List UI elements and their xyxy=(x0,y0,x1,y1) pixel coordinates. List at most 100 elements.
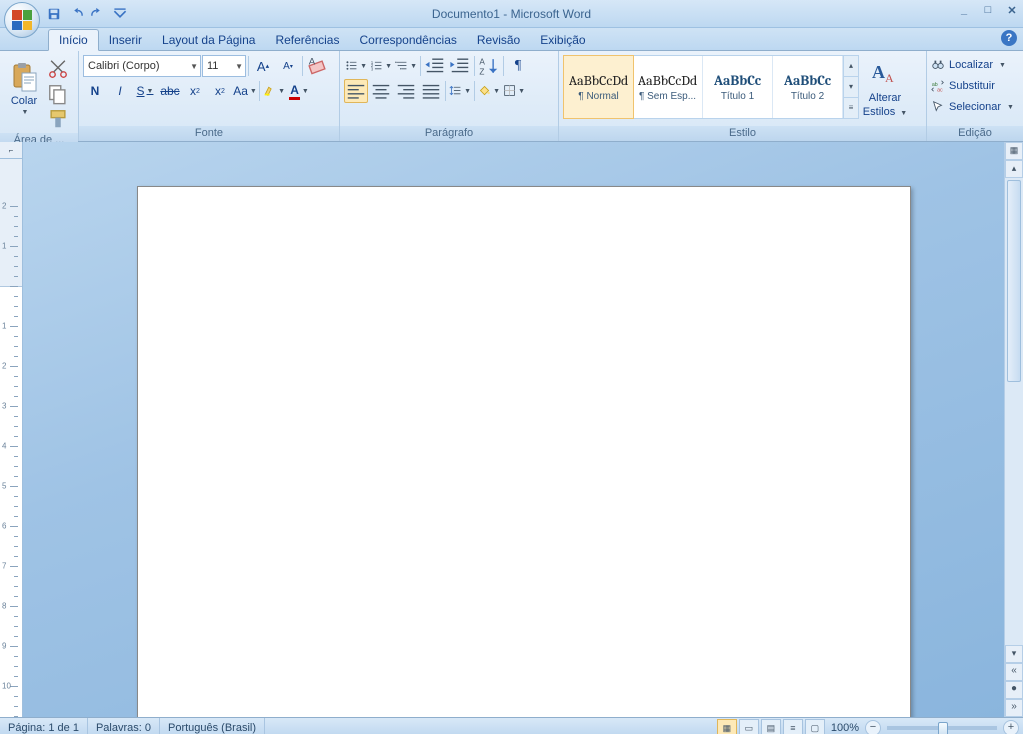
strikethrough-button[interactable]: abc xyxy=(158,79,182,103)
help-button[interactable]: ? xyxy=(1001,30,1017,46)
view-draft-button[interactable]: ▢ xyxy=(805,719,825,734)
select-button[interactable]: Selecionar▼ xyxy=(929,97,1016,117)
ruler-toggle-button[interactable]: ▦ xyxy=(1005,142,1023,160)
bullets-button[interactable]: ▼ xyxy=(344,54,368,78)
borders-button[interactable]: ▼ xyxy=(502,79,526,103)
status-words[interactable]: Palavras: 0 xyxy=(88,718,160,734)
chevron-down-icon[interactable]: ▾ xyxy=(844,77,858,98)
paste-icon xyxy=(8,61,40,93)
qat-customize-button[interactable] xyxy=(110,4,130,24)
highlight-button[interactable]: ▼ xyxy=(262,79,286,103)
zoom-slider[interactable] xyxy=(887,726,997,730)
ruler-corner[interactable]: ⌐ xyxy=(0,142,23,159)
line-spacing-button[interactable]: ▼ xyxy=(448,79,472,103)
scroll-up-button[interactable]: ▴ xyxy=(1005,160,1023,178)
vertical-scrollbar[interactable]: ▦ ▴ ▾ « ● » xyxy=(1004,142,1023,717)
change-styles-button[interactable]: AA Alterar Estilos ▼ xyxy=(861,53,909,123)
cut-button[interactable] xyxy=(46,57,70,81)
style-heading2[interactable]: AaBbCcTítulo 2 xyxy=(773,56,843,118)
align-left-button[interactable] xyxy=(344,79,368,103)
tab-layout[interactable]: Layout da Página xyxy=(152,30,265,50)
decrease-indent-button[interactable] xyxy=(423,54,447,78)
group-styles: AaBbCcDd¶ Normal AaBbCcDd¶ Sem Esp... Aa… xyxy=(559,51,927,141)
chevron-down-icon: ▼ xyxy=(900,110,907,117)
shrink-font-button[interactable]: A▾ xyxy=(276,54,300,78)
tab-inicio[interactable]: Início xyxy=(48,29,99,51)
font-size-combo[interactable]: 11▼ xyxy=(202,55,246,77)
tab-revisao[interactable]: Revisão xyxy=(467,30,530,50)
justify-button[interactable] xyxy=(419,79,443,103)
multilevel-list-button[interactable]: ▼ xyxy=(394,54,418,78)
font-name-combo[interactable]: Calibri (Corpo)▼ xyxy=(83,55,201,77)
browse-object-button[interactable]: ● xyxy=(1005,681,1023,699)
scissors-icon xyxy=(47,58,69,80)
numbering-button[interactable]: 123▼ xyxy=(369,54,393,78)
next-page-button[interactable]: » xyxy=(1005,699,1023,717)
view-outline-button[interactable]: ≡ xyxy=(783,719,803,734)
close-button[interactable]: ✕ xyxy=(1005,4,1019,17)
group-label-editing: Edição xyxy=(927,126,1023,141)
grow-font-button[interactable]: A▴ xyxy=(251,54,275,78)
save-button[interactable] xyxy=(44,4,64,24)
clear-formatting-button[interactable]: A xyxy=(305,54,329,78)
scroll-thumb[interactable] xyxy=(1007,180,1021,382)
svg-text:A: A xyxy=(479,58,485,67)
underline-button[interactable]: S ▼ xyxy=(133,79,157,103)
zoom-label[interactable]: 100% xyxy=(831,722,859,734)
zoom-slider-knob[interactable] xyxy=(938,722,948,734)
style-no-spacing[interactable]: AaBbCcDd¶ Sem Esp... xyxy=(633,56,703,118)
status-page[interactable]: Página: 1 de 1 xyxy=(0,718,88,734)
bold-button[interactable]: N xyxy=(83,79,107,103)
style-gallery-scroll[interactable]: ▴▾≡ xyxy=(843,56,858,118)
view-print-layout-button[interactable]: ▦ xyxy=(717,719,737,734)
style-normal[interactable]: AaBbCcDd¶ Normal xyxy=(563,55,634,119)
chevron-down-icon: ▼ xyxy=(235,62,243,71)
gallery-expand-icon[interactable]: ≡ xyxy=(844,98,858,119)
scroll-down-button[interactable]: ▾ xyxy=(1005,645,1023,663)
vertical-ruler[interactable]: 211234567891011 xyxy=(0,158,23,717)
replace-icon: abac xyxy=(931,79,945,93)
italic-button[interactable]: I xyxy=(108,79,132,103)
view-web-button[interactable]: ▤ xyxy=(761,719,781,734)
zoom-out-button[interactable]: − xyxy=(865,720,881,734)
office-button[interactable] xyxy=(4,2,40,38)
page-viewport[interactable] xyxy=(22,158,1005,717)
scroll-track[interactable] xyxy=(1005,178,1023,645)
style-gallery[interactable]: AaBbCcDd¶ Normal AaBbCcDd¶ Sem Esp... Aa… xyxy=(563,55,859,119)
shading-button[interactable]: ▼ xyxy=(477,79,501,103)
show-marks-button[interactable]: ¶ xyxy=(506,54,530,78)
maximize-button[interactable]: □ xyxy=(981,4,995,17)
undo-button[interactable] xyxy=(66,4,86,24)
group-label-styles: Estilo xyxy=(559,126,926,141)
copy-button[interactable] xyxy=(46,82,70,106)
tab-inserir[interactable]: Inserir xyxy=(99,30,152,50)
prev-page-button[interactable]: « xyxy=(1005,663,1023,681)
replace-button[interactable]: abacSubstituir xyxy=(929,76,1016,96)
paste-button[interactable]: Colar ▼ xyxy=(4,53,44,123)
minimize-button[interactable]: _ xyxy=(957,4,971,17)
style-heading1[interactable]: AaBbCcTítulo 1 xyxy=(703,56,773,118)
format-painter-button[interactable] xyxy=(46,107,70,131)
align-right-icon xyxy=(395,80,417,102)
tab-exibicao[interactable]: Exibição xyxy=(530,30,595,50)
chevron-up-icon[interactable]: ▴ xyxy=(844,56,858,77)
redo-button[interactable] xyxy=(88,4,108,24)
font-color-button[interactable]: A▼ xyxy=(287,79,311,103)
document-page[interactable] xyxy=(137,186,911,717)
svg-text:A: A xyxy=(872,62,885,82)
status-language[interactable]: Português (Brasil) xyxy=(160,718,265,734)
tab-correspondencias[interactable]: Correspondências xyxy=(349,30,466,50)
subscript-button[interactable]: x2 xyxy=(183,79,207,103)
superscript-button[interactable]: x2 xyxy=(208,79,232,103)
sort-button[interactable]: AZ xyxy=(477,54,501,78)
tab-referencias[interactable]: Referências xyxy=(265,30,349,50)
numbering-icon: 123 xyxy=(370,59,383,72)
zoom-in-button[interactable]: + xyxy=(1003,720,1019,734)
change-case-button[interactable]: Aa▼ xyxy=(233,79,257,103)
increase-indent-button[interactable] xyxy=(448,54,472,78)
group-editing: Localizar▼ abacSubstituir Selecionar▼ Ed… xyxy=(927,51,1023,141)
align-center-button[interactable] xyxy=(369,79,393,103)
align-right-button[interactable] xyxy=(394,79,418,103)
view-full-reading-button[interactable]: ▭ xyxy=(739,719,759,734)
find-button[interactable]: Localizar▼ xyxy=(929,55,1016,75)
